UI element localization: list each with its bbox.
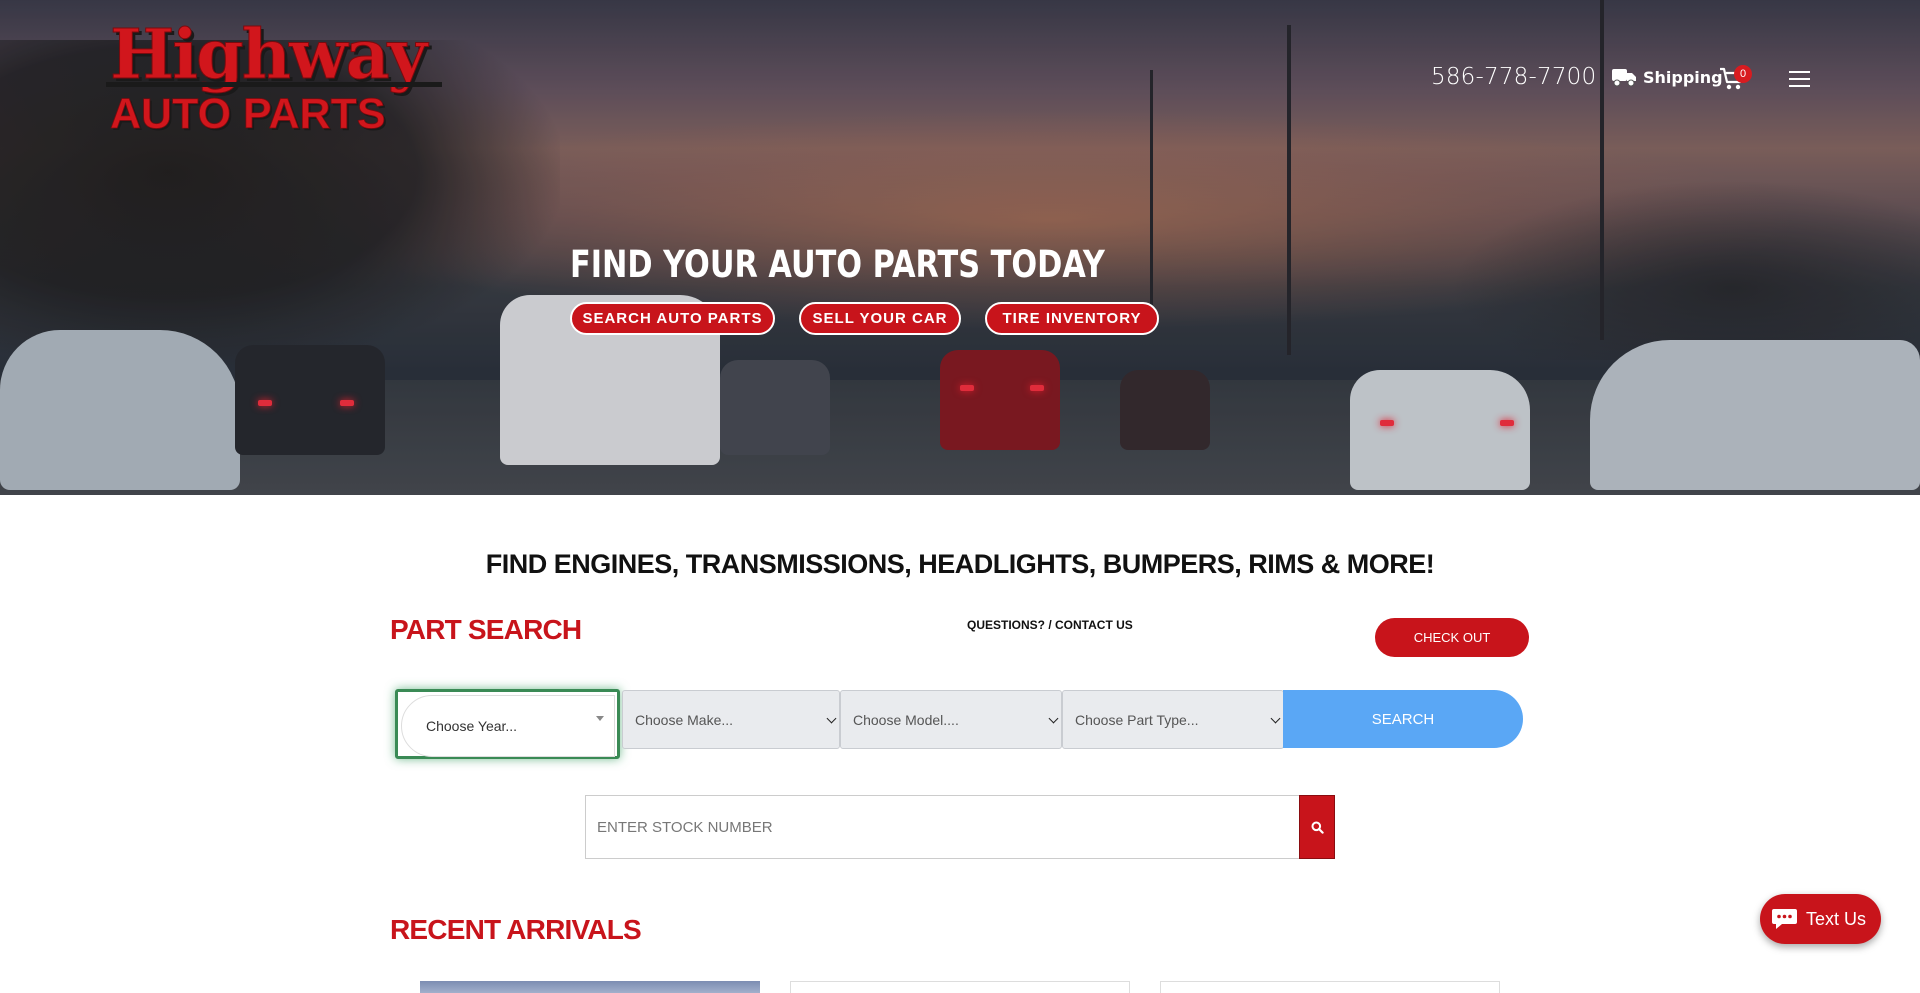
- search-button[interactable]: SEARCH: [1283, 690, 1523, 748]
- arrival-card[interactable]: [1160, 981, 1500, 993]
- arrival-card[interactable]: [790, 981, 1130, 993]
- stock-number-placeholder: ENTER STOCK NUMBER: [597, 818, 773, 836]
- stock-search-button[interactable]: [1299, 795, 1335, 859]
- svg-text:AUTO PARTS: AUTO PARTS: [110, 90, 386, 134]
- recent-arrivals-heading: RECENT ARRIVALS: [390, 914, 642, 945]
- year-select-value: Choose Year...: [426, 718, 518, 734]
- cart-count-badge: 0: [1734, 65, 1752, 83]
- text-us-button[interactable]: Text Us: [1760, 894, 1881, 944]
- chevron-down-icon: [1270, 713, 1281, 724]
- model-select-value: Choose Model....: [853, 711, 959, 728]
- sell-your-car-button[interactable]: SELL YOUR CAR: [799, 302, 961, 335]
- shipping-link[interactable]: Shipping: [1611, 66, 1723, 88]
- questions-contact-link[interactable]: QUESTIONS? / CONTACT US: [967, 618, 1133, 632]
- tire-inventory-button[interactable]: TIRE INVENTORY: [985, 302, 1159, 335]
- checkout-button[interactable]: CHECK OUT: [1375, 618, 1529, 657]
- arrival-card-image[interactable]: [420, 981, 760, 993]
- make-select[interactable]: Choose Make...: [622, 690, 840, 749]
- chevron-down-icon: [596, 716, 604, 721]
- part-search-heading: PART SEARCH: [390, 614, 582, 645]
- make-select-value: Choose Make...: [635, 711, 734, 728]
- chat-bubble-icon: [1772, 909, 1797, 929]
- site-logo[interactable]: Highway Highway AUTO PARTS AUTO PARTS: [106, 15, 446, 140]
- search-auto-parts-button[interactable]: SEARCH AUTO PARTS: [570, 302, 775, 335]
- hero-title: FIND YOUR AUTO PARTS TODAY: [570, 243, 1105, 286]
- text-us-label: Text Us: [1806, 908, 1867, 929]
- tagline: FIND ENGINES, TRANSMISSIONS, HEADLIGHTS,…: [485, 549, 1435, 579]
- part-type-select[interactable]: Choose Part Type...: [1062, 690, 1284, 749]
- chevron-down-icon: [1048, 713, 1059, 724]
- phone-number-link[interactable]: 586-778-7700: [1431, 64, 1596, 90]
- part-type-select-value: Choose Part Type...: [1075, 711, 1199, 728]
- stock-number-input[interactable]: ENTER STOCK NUMBER: [585, 795, 1300, 859]
- chevron-down-icon: [826, 713, 837, 724]
- hamburger-menu-icon[interactable]: [1789, 71, 1810, 87]
- shipping-label: Shipping: [1643, 67, 1723, 87]
- truck-icon: [1612, 69, 1636, 87]
- search-icon: [1311, 821, 1324, 834]
- model-select[interactable]: Choose Model....: [840, 690, 1062, 749]
- logo-graphic: Highway Highway AUTO PARTS AUTO PARTS: [106, 15, 442, 140]
- year-select[interactable]: Choose Year...: [395, 689, 620, 759]
